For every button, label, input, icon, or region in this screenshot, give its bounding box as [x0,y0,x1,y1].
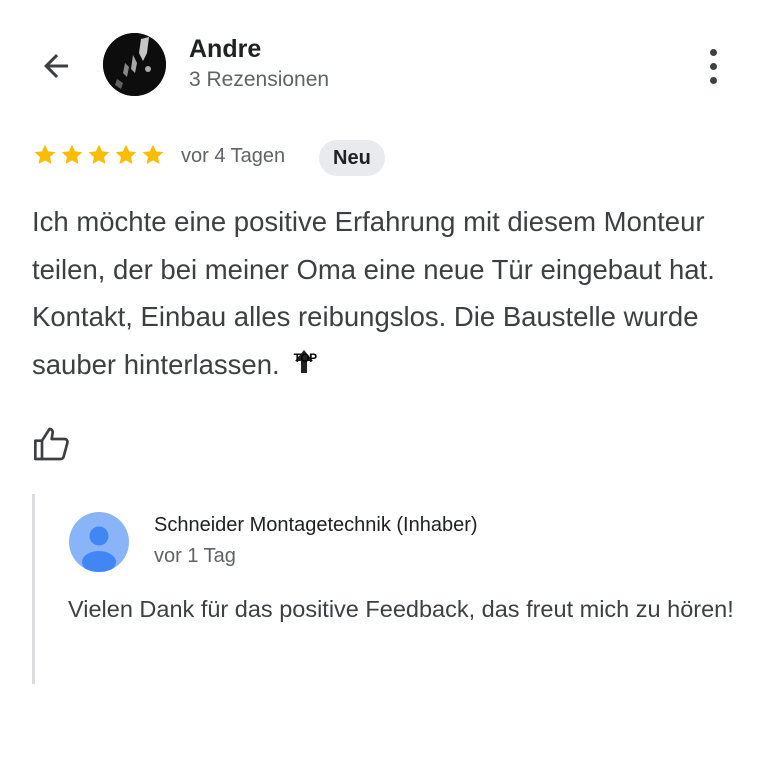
scroll-top-icon[interactable]: TOP [292,342,326,382]
owner-name: Schneider Montagetechnik (Inhaber) [154,514,478,536]
reply-date: vor 1 Tag [154,545,236,567]
like-button[interactable] [32,424,72,464]
top-label: TOP [293,350,317,365]
star-icon [115,144,137,164]
reply-indent-bar [32,494,35,684]
star-icon [88,144,110,164]
review-body: Ich möchte eine positive Erfahrung mit d… [32,206,715,380]
back-button[interactable] [34,46,78,86]
star-icon [34,144,56,164]
person-icon [69,512,129,572]
review-count[interactable]: 3 Rezensionen [189,68,329,92]
reviewer-avatar[interactable] [103,33,166,96]
reviewer-name[interactable]: Andre [189,35,261,64]
reply-text: Vielen Dank für das positive Feedback, d… [68,596,734,622]
star-icon [142,144,164,164]
review-date: vor 4 Tagen [181,145,286,167]
owner-avatar [69,512,129,572]
star-rating [32,142,166,168]
more-options-button[interactable] [696,44,730,88]
arrow-left-icon [44,54,68,78]
thumbs-up-icon [34,427,69,461]
new-badge: Neu [319,140,385,176]
reviewer-photo [103,33,166,96]
star-icon [61,144,83,164]
more-vertical-icon [709,48,717,56]
review-text: Ich möchte eine positive Erfahrung mit d… [32,198,747,388]
